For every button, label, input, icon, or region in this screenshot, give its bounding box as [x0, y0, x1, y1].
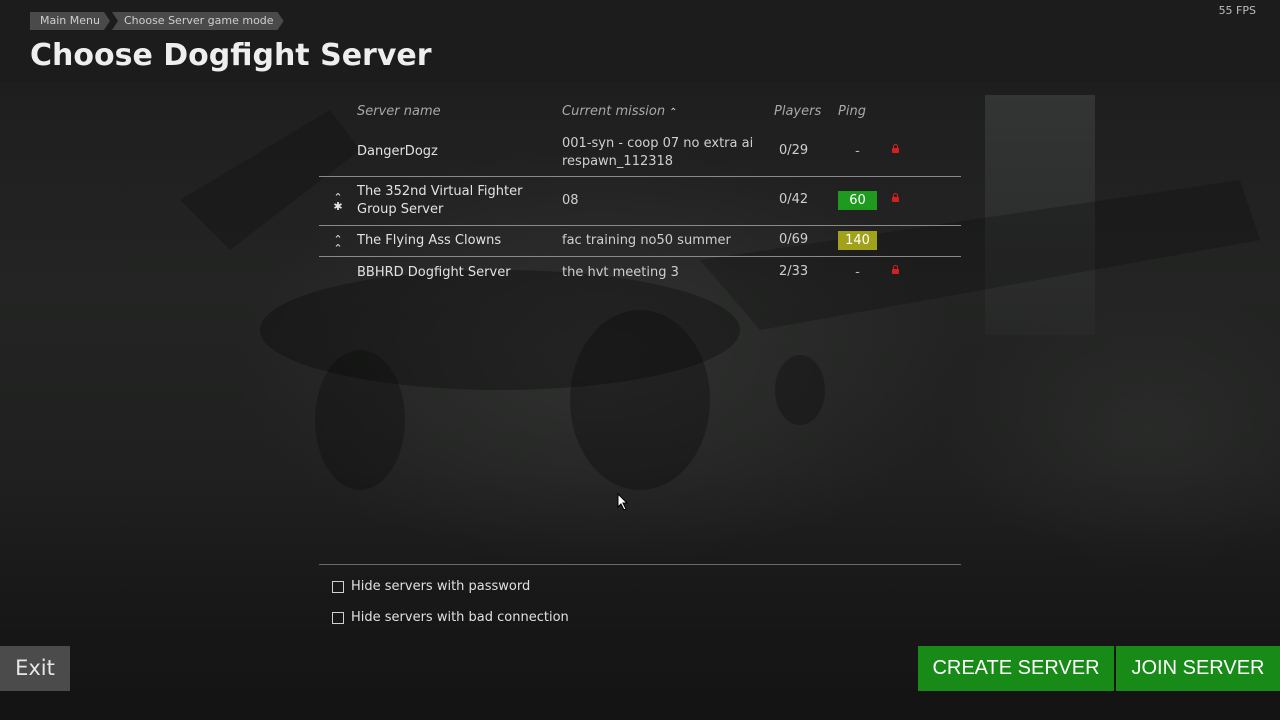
players-count: 0/69 — [779, 232, 809, 247]
fps-counter: 55 FPS — [1218, 4, 1256, 17]
hide-bad-connection-filter[interactable]: Hide servers with bad connection — [332, 610, 569, 625]
lock-icon — [892, 265, 902, 275]
join-server-button[interactable]: JOIN SERVER — [1116, 646, 1280, 691]
ping-value: 60 — [838, 191, 877, 210]
table-row[interactable]: DangerDogz 001-syn - coop 07 no extra ai… — [319, 131, 961, 175]
chevron-up-icon: ⌃ — [669, 107, 678, 118]
lock-icon — [892, 193, 902, 203]
mouse-cursor-icon — [617, 493, 629, 511]
star-chevron-icon: ⌃ ✱ — [333, 191, 343, 213]
breadcrumb-choose-server-game-mode[interactable]: Choose Server game mode — [112, 12, 284, 30]
lock-icon — [892, 144, 902, 154]
table-row[interactable]: BBHRD Dogfight Server the hvt meeting 3 … — [319, 256, 961, 288]
table-header: Server name Current mission ⌃ Players Pin… — [319, 100, 961, 124]
ping-value: 140 — [838, 231, 877, 250]
hide-bad-connection-label: Hide servers with bad connection — [351, 610, 569, 625]
column-header-server-name[interactable]: Server name — [357, 104, 441, 119]
page-title: Choose Dogfight Server — [30, 38, 432, 73]
column-header-current-mission[interactable]: Current mission ⌃ — [562, 104, 678, 119]
server-name: BBHRD Dogfight Server — [357, 265, 511, 280]
current-mission: the hvt meeting 3 — [562, 265, 679, 280]
hide-password-filter[interactable]: Hide servers with password — [332, 579, 530, 594]
table-row[interactable]: ⌃ ⌃ The Flying Ass Clowns fac training no… — [319, 225, 961, 256]
hide-password-checkbox[interactable] — [332, 580, 344, 593]
current-mission: fac training no50 summer — [562, 233, 731, 248]
current-mission: 08 — [562, 193, 579, 208]
hide-password-label: Hide servers with password — [351, 579, 531, 594]
column-header-current-mission-label: Current mission — [562, 104, 666, 119]
players-count: 0/42 — [779, 192, 809, 207]
table-row[interactable]: ⌃ ✱ The 352nd Virtual Fighter Group Serve… — [319, 176, 961, 224]
column-header-players[interactable]: Players — [774, 104, 821, 119]
double-chevron-icon: ⌃ ⌃ — [333, 233, 343, 255]
breadcrumb-main-menu[interactable]: Main Menu — [30, 12, 110, 30]
hangar-door-background — [985, 95, 1095, 335]
players-count: 0/29 — [779, 143, 809, 158]
ping-value: - — [855, 144, 860, 159]
breadcrumb: Main Menu Choose Server game mode — [30, 12, 290, 30]
divider — [319, 564, 961, 565]
server-name: The Flying Ass Clowns — [357, 233, 502, 248]
hide-bad-connection-checkbox[interactable] — [332, 611, 344, 624]
server-name: The 352nd Virtual Fighter Group Server — [357, 184, 523, 217]
ping-value: - — [855, 265, 860, 280]
players-count: 2/33 — [779, 264, 809, 279]
server-list: Server name Current mission ⌃ Players Pin… — [319, 100, 961, 280]
create-server-button[interactable]: CREATE SERVER — [918, 646, 1114, 691]
column-header-ping[interactable]: Ping — [838, 104, 866, 119]
header-bar: Main Menu Choose Server game mode 55 FPS… — [0, 0, 1280, 82]
server-name: DangerDogz — [357, 144, 438, 159]
current-mission: 001-syn - coop 07 no extra ai respawn_11… — [562, 136, 754, 169]
exit-button[interactable]: Exit — [0, 646, 70, 691]
